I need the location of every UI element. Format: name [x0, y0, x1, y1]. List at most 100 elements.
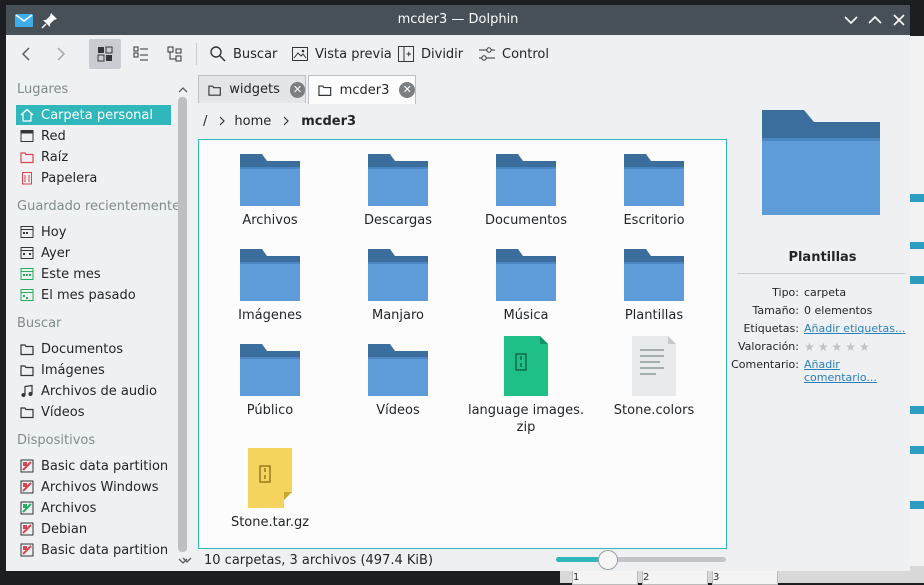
split-view-icon	[398, 46, 414, 62]
sliders-icon	[479, 47, 495, 61]
places-panel: Lugares Carpeta personal Red Raíz Papele…	[6, 75, 195, 571]
sidebar-item-red[interactable]: Red	[16, 126, 171, 146]
chevron-down-icon[interactable]	[182, 555, 192, 565]
search-button-label: Buscar	[233, 46, 278, 62]
file-name: Manjaro	[371, 308, 424, 323]
add-comment-link[interactable]: Añadir comentario...	[804, 358, 910, 384]
sidebar-item-hoy[interactable]: Hoy	[16, 222, 171, 242]
sidebar-item-archivos-windows[interactable]: Archivos Windows	[16, 477, 171, 497]
file-item[interactable]: Plantillas	[590, 249, 718, 324]
zoom-slider-handle[interactable]	[598, 550, 618, 570]
sidebar-item-documentos[interactable]: Documentos	[16, 339, 171, 359]
section-title-recientes: Guardado recientemente	[17, 199, 181, 214]
large-folder-icon	[762, 110, 880, 215]
compact-view-icon	[133, 46, 148, 61]
drive-red-icon	[20, 459, 34, 473]
compact-view-button[interactable]	[128, 39, 154, 69]
rating-stars[interactable]: ★★★★★	[804, 340, 873, 354]
sidebar-item-ayer[interactable]: Ayer	[16, 243, 171, 263]
file-item[interactable]: Música	[462, 249, 590, 324]
calendar-icon	[20, 289, 34, 301]
icons-view-button[interactable]	[89, 39, 121, 69]
sidebar-item-basic-data-partition[interactable]: Basic data partition	[16, 456, 171, 476]
sidebar-item-label: Archivos Windows	[41, 479, 159, 495]
section-title-buscar: Buscar	[17, 316, 62, 331]
file-item[interactable]: Stone.colors	[590, 336, 718, 419]
sidebar-item-imagenes[interactable]: Imágenes	[16, 360, 171, 380]
chevron-left-icon	[21, 47, 30, 61]
zoom-slider[interactable]	[556, 550, 726, 570]
sidebar-item-archivos[interactable]: Archivos	[16, 498, 171, 518]
music-icon	[21, 384, 33, 397]
sidebar-item-el-mes-pasado[interactable]: El mes pasado	[16, 285, 171, 305]
control-button[interactable]: Control	[478, 39, 549, 69]
sidebar-item-label: Archivos de audio	[41, 383, 157, 399]
sidebar-item-este-mes[interactable]: Este mes	[16, 264, 171, 284]
file-item[interactable]: Archivos	[206, 154, 334, 229]
sidebar-item-label: Este mes	[41, 266, 101, 282]
file-name: Stone.colors	[613, 403, 695, 418]
file-item[interactable]: language images. zip	[462, 336, 590, 436]
maximize-icon[interactable]	[866, 11, 884, 29]
text-file-icon	[632, 336, 676, 396]
info-name: Plantillas	[788, 250, 857, 265]
sidebar-item-debian[interactable]: Debian	[16, 519, 171, 539]
folder-icon	[208, 85, 221, 96]
breadcrumb-current[interactable]: mcder3	[301, 114, 356, 129]
file-item[interactable]: Público	[206, 344, 334, 419]
dolphin-window: mcder3 — Dolphin Buscar Vista previa Div…	[6, 5, 910, 571]
sidebar-item-basic-data-partition-2[interactable]: Basic data partition	[16, 540, 171, 560]
file-item[interactable]: Documentos	[462, 154, 590, 229]
close-tab-icon[interactable]: ✕	[399, 82, 415, 98]
sidebar-item-label: Basic data partition	[41, 458, 169, 474]
drive-red-icon	[20, 543, 34, 557]
folder-icon	[496, 249, 556, 301]
file-item[interactable]: Stone.tar.gz	[206, 448, 334, 531]
preview-button[interactable]: Vista previa	[291, 39, 392, 69]
file-name: Imágenes	[238, 308, 302, 323]
file-item[interactable]: Imágenes	[206, 249, 334, 324]
folder-icon	[240, 249, 300, 301]
tab-mcder3[interactable]: mcder3 ✕	[308, 75, 416, 104]
file-item[interactable]: Descargas	[334, 154, 462, 229]
root-folder-icon	[20, 152, 34, 164]
folder-icon	[368, 249, 428, 301]
add-tags-link[interactable]: Añadir etiquetas...	[804, 322, 905, 335]
sidebar-item-label: Debian	[41, 521, 88, 537]
breadcrumb-home[interactable]: home	[234, 114, 271, 129]
forward-button[interactable]	[51, 39, 77, 69]
sidebar-item-carpeta-personal[interactable]: Carpeta personal	[16, 105, 171, 125]
sidebar-item-papelera[interactable]: Papelera	[16, 168, 171, 188]
info-key-etiquetas: Etiquetas:	[743, 322, 799, 335]
sidebar-item-videos[interactable]: Vídeos	[16, 402, 171, 422]
tab-widgets[interactable]: widgets ✕	[198, 75, 306, 103]
folder-icon	[496, 154, 556, 206]
file-view[interactable]: Archivos Descargas Documentos Escritorio Imá…	[198, 139, 727, 549]
file-name: Música	[503, 308, 549, 323]
section-title-dispositivos: Dispositivos	[17, 433, 96, 448]
breadcrumb-root[interactable]: /	[203, 114, 207, 129]
sidebar-item-label: Archivos	[41, 500, 97, 516]
details-view-button[interactable]	[162, 39, 188, 69]
split-button[interactable]: Dividir	[397, 39, 463, 69]
sidebar-scrollbar[interactable]	[178, 97, 187, 552]
sidebar-item-label: Red	[41, 128, 66, 144]
file-name: Descargas	[363, 213, 432, 228]
folder-icon	[240, 344, 300, 396]
folder-icon	[624, 154, 684, 206]
sidebar-item-archivos-de-audio[interactable]: Archivos de audio	[16, 381, 171, 401]
folder-icon	[624, 249, 684, 301]
search-button[interactable]: Buscar	[209, 39, 277, 69]
file-item[interactable]: Manjaro	[334, 249, 462, 324]
file-item[interactable]: Escritorio	[590, 154, 718, 229]
file-item[interactable]: Vídeos	[334, 344, 462, 419]
close-tab-icon[interactable]: ✕	[289, 81, 305, 98]
back-button[interactable]	[18, 39, 44, 69]
sidebar-item-raiz[interactable]: Raíz	[16, 147, 171, 167]
close-icon[interactable]	[890, 11, 908, 29]
sidebar-item-label: Carpeta personal	[41, 107, 153, 123]
tab-label: mcder3	[339, 82, 390, 98]
sidebar-item-label: Vídeos	[41, 404, 85, 420]
scroll-up-icon[interactable]	[178, 85, 188, 95]
minimize-icon[interactable]	[842, 11, 860, 29]
